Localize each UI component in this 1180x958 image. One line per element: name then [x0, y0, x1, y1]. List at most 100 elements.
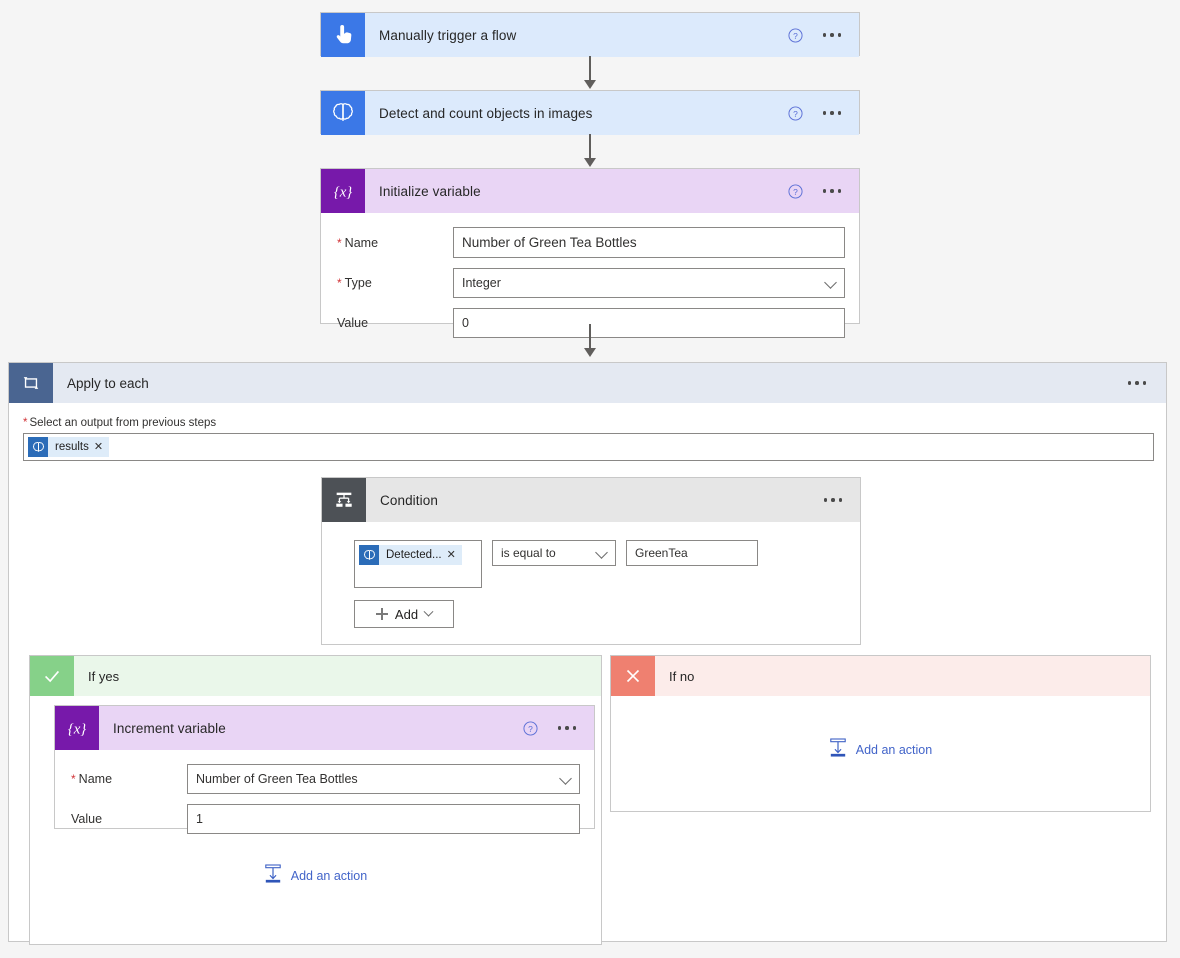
connector-line — [589, 56, 591, 82]
loop-repeat-icon — [9, 363, 53, 403]
card-header-actions: ? — [522, 720, 595, 736]
name-dropdown[interactable]: Number of Green Tea Bottles — [187, 764, 580, 794]
field-label: Name — [335, 236, 453, 250]
operator-value: is equal to — [501, 546, 556, 560]
brain-ai-icon — [321, 91, 365, 135]
touch-tap-icon — [321, 13, 365, 57]
ellipsis-icon[interactable] — [821, 183, 844, 199]
ellipsis-icon[interactable] — [556, 720, 579, 736]
branch-if-yes[interactable]: If yes {x} Increment variable ? * Name N… — [29, 655, 602, 945]
branch-title: If no — [669, 668, 695, 684]
token-detected[interactable]: Detected... ✕ — [359, 545, 462, 565]
loop-title: Apply to each — [67, 375, 149, 391]
add-action-button[interactable]: Add an action — [264, 864, 367, 887]
ellipsis-icon[interactable] — [821, 105, 844, 121]
step-card-initialize-variable[interactable]: {x} Initialize variable ? Name Number of… — [320, 168, 860, 338]
card-body: Name Number of Green Tea Bottles Value 1 — [55, 750, 594, 850]
condition-right-operand[interactable]: GreenTea — [626, 540, 758, 566]
step-card-condition[interactable]: Condition Detected... ✕ is equal to Gree… — [321, 477, 861, 645]
value-input[interactable]: 0 — [453, 308, 845, 338]
ellipsis-icon[interactable] — [821, 27, 844, 43]
connector-arrow — [584, 348, 596, 357]
step-card-manually-trigger-a-flow[interactable]: Manually trigger a flow ? — [320, 12, 860, 57]
brain-ai-icon — [28, 437, 48, 457]
help-circle-icon[interactable]: ? — [787, 105, 803, 121]
loop-body: Select an output from previous steps res… — [9, 403, 1166, 461]
loop-header-actions — [1126, 375, 1167, 391]
card-title: Detect and count objects in images — [379, 105, 593, 121]
token-label: Detected... — [386, 549, 442, 561]
condition-operator-dropdown[interactable]: is equal to — [492, 540, 616, 566]
ellipsis-icon[interactable] — [1126, 375, 1149, 391]
condition-expression-row: Detected... ✕ is equal to GreenTea — [354, 540, 846, 588]
card-header-actions: ? — [787, 105, 860, 121]
card-title: Increment variable — [113, 720, 226, 736]
variable-braces-icon: {x} — [321, 169, 365, 213]
connector-line — [589, 324, 591, 350]
field-value: Number of Green Tea Bottles — [196, 772, 358, 786]
condition-left-operand[interactable]: Detected... ✕ — [354, 540, 482, 588]
card-header-actions: ? — [787, 183, 860, 199]
loop-output-input[interactable]: results ✕ — [23, 433, 1154, 461]
step-card-apply-to-each[interactable]: Apply to each Select an output from prev… — [8, 362, 1167, 945]
add-condition-button[interactable]: Add — [354, 600, 454, 628]
field-row-name: Name Number of Green Tea Bottles — [69, 764, 580, 794]
type-dropdown[interactable]: Integer — [453, 268, 845, 298]
field-row-name: Name Number of Green Tea Bottles — [335, 227, 845, 258]
svg-text:?: ? — [793, 186, 798, 196]
chevron-down-icon — [824, 276, 837, 289]
field-value: Number of Green Tea Bottles — [462, 235, 637, 250]
help-circle-icon[interactable]: ? — [787, 27, 803, 43]
svg-text:?: ? — [793, 108, 798, 118]
card-header: {x} Increment variable ? — [55, 706, 594, 750]
condition-branch-icon — [322, 478, 366, 522]
svg-text:{x}: {x} — [68, 721, 87, 737]
field-label: Value — [71, 812, 103, 826]
card-title: Initialize variable — [379, 183, 481, 199]
card-header: Detect and count objects in images ? — [321, 91, 859, 135]
name-input[interactable]: Number of Green Tea Bottles — [453, 227, 845, 258]
card-header-actions — [822, 492, 861, 508]
field-value: 1 — [196, 812, 203, 826]
step-card-increment-variable[interactable]: {x} Increment variable ? * Name Number o… — [54, 705, 595, 834]
branch-if-no[interactable]: If no Add an action — [610, 655, 1151, 812]
svg-text:?: ? — [793, 30, 798, 40]
loop-output-label: Select an output from previous steps — [23, 417, 1152, 429]
add-action-row-yes: Add an action — [30, 864, 601, 887]
card-header: Manually trigger a flow ? — [321, 13, 859, 57]
token-label: results — [55, 441, 89, 453]
right-value: GreenTea — [635, 546, 688, 560]
close-x-icon[interactable]: ✕ — [94, 441, 109, 453]
add-action-icon — [264, 864, 282, 887]
variable-braces-icon: {x} — [55, 706, 99, 750]
check-icon — [30, 656, 74, 696]
add-action-label: Add an action — [290, 868, 368, 883]
brain-ai-icon — [359, 545, 379, 565]
branch-title: If yes — [88, 668, 120, 684]
help-circle-icon[interactable]: ? — [787, 183, 803, 199]
card-header-actions: ? — [787, 27, 860, 43]
ellipsis-icon[interactable] — [822, 492, 845, 508]
add-action-button[interactable]: Add an action — [829, 738, 932, 761]
svg-text:?: ? — [528, 723, 533, 733]
add-button-label: Add — [394, 606, 419, 622]
value-input[interactable]: 1 — [187, 804, 580, 834]
field-label: Name — [69, 772, 187, 786]
field-row-type: Type Integer — [335, 268, 845, 298]
step-card-detect-and-count-objects[interactable]: Detect and count objects in images ? — [320, 90, 860, 135]
chevron-down-icon — [559, 772, 572, 785]
field-row-value: Value 1 — [69, 804, 580, 834]
connector-arrow — [584, 80, 596, 89]
card-header: {x} Initialize variable ? — [321, 169, 859, 213]
token-results[interactable]: results ✕ — [28, 437, 110, 457]
flow-designer-canvas: Manually trigger a flow ? Detect and cou… — [0, 0, 1180, 958]
field-value: 0 — [462, 316, 469, 330]
card-body: Detected... ✕ is equal to GreenTea Add — [322, 522, 860, 642]
plus-icon — [375, 608, 388, 620]
help-circle-icon[interactable]: ? — [522, 720, 538, 736]
connector-arrow — [584, 158, 596, 167]
add-action-row-no: Add an action — [611, 738, 1150, 761]
card-title: Condition — [380, 492, 438, 508]
card-header: Condition — [322, 478, 860, 522]
close-x-icon[interactable]: ✕ — [447, 549, 462, 561]
